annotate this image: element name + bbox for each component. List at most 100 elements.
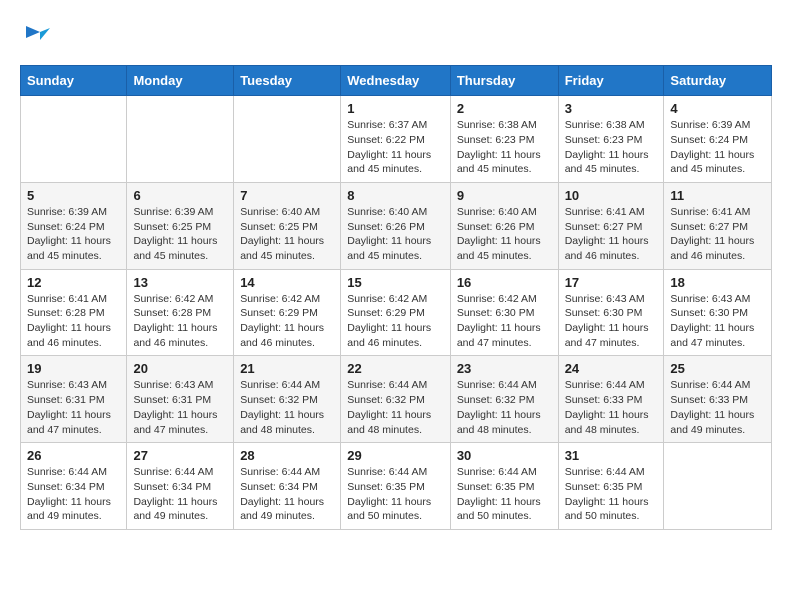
day-number: 20 [133,361,227,376]
calendar-cell: 18 Sunrise: 6:43 AM Sunset: 6:30 PM Dayli… [664,269,772,356]
day-number: 2 [457,101,552,116]
day-number: 17 [565,275,658,290]
calendar-cell: 3 Sunrise: 6:38 AM Sunset: 6:23 PM Daylig… [558,96,664,183]
day-number: 6 [133,188,227,203]
day-info: Sunrise: 6:38 AM Sunset: 6:23 PM Dayligh… [565,118,658,177]
calendar-cell: 10 Sunrise: 6:41 AM Sunset: 6:27 PM Dayli… [558,182,664,269]
day-info: Sunrise: 6:44 AM Sunset: 6:35 PM Dayligh… [347,465,444,524]
day-number: 7 [240,188,334,203]
day-info: Sunrise: 6:43 AM Sunset: 6:30 PM Dayligh… [670,292,765,351]
calendar-cell: 2 Sunrise: 6:38 AM Sunset: 6:23 PM Daylig… [450,96,558,183]
day-info: Sunrise: 6:44 AM Sunset: 6:34 PM Dayligh… [240,465,334,524]
day-number: 21 [240,361,334,376]
day-number: 4 [670,101,765,116]
weekday-header-friday: Friday [558,66,664,96]
logo-text [20,22,50,55]
calendar-cell: 20 Sunrise: 6:43 AM Sunset: 6:31 PM Dayli… [127,356,234,443]
calendar-cell: 28 Sunrise: 6:44 AM Sunset: 6:34 PM Dayli… [234,443,341,530]
week-row-1: 1 Sunrise: 6:37 AM Sunset: 6:22 PM Daylig… [21,96,772,183]
day-info: Sunrise: 6:40 AM Sunset: 6:26 PM Dayligh… [347,205,444,264]
calendar-cell: 11 Sunrise: 6:41 AM Sunset: 6:27 PM Dayli… [664,182,772,269]
calendar-cell: 23 Sunrise: 6:44 AM Sunset: 6:32 PM Dayli… [450,356,558,443]
calendar-cell [664,443,772,530]
day-info: Sunrise: 6:42 AM Sunset: 6:30 PM Dayligh… [457,292,552,351]
day-info: Sunrise: 6:44 AM Sunset: 6:35 PM Dayligh… [565,465,658,524]
day-info: Sunrise: 6:44 AM Sunset: 6:35 PM Dayligh… [457,465,552,524]
calendar-cell: 1 Sunrise: 6:37 AM Sunset: 6:22 PM Daylig… [341,96,451,183]
day-number: 15 [347,275,444,290]
day-number: 29 [347,448,444,463]
calendar-cell: 6Sunrise: 6:39 AM Sunset: 6:25 PM Daylig… [127,182,234,269]
day-number: 23 [457,361,552,376]
header [20,18,772,55]
day-number: 31 [565,448,658,463]
day-number: 24 [565,361,658,376]
week-row-3: 12 Sunrise: 6:41 AM Sunset: 6:28 PM Dayli… [21,269,772,356]
day-number: 3 [565,101,658,116]
day-info: Sunrise: 6:43 AM Sunset: 6:30 PM Dayligh… [565,292,658,351]
day-number: 11 [670,188,765,203]
day-number: 16 [457,275,552,290]
day-info: Sunrise: 6:41 AM Sunset: 6:27 PM Dayligh… [565,205,658,264]
calendar: SundayMondayTuesdayWednesdayThursdayFrid… [20,65,772,530]
weekday-header-row: SundayMondayTuesdayWednesdayThursdayFrid… [21,66,772,96]
calendar-cell: 8 Sunrise: 6:40 AM Sunset: 6:26 PM Daylig… [341,182,451,269]
week-row-4: 19 Sunrise: 6:43 AM Sunset: 6:31 PM Dayli… [21,356,772,443]
calendar-cell: 17 Sunrise: 6:43 AM Sunset: 6:30 PM Dayli… [558,269,664,356]
day-number: 10 [565,188,658,203]
calendar-cell: 9 Sunrise: 6:40 AM Sunset: 6:26 PM Daylig… [450,182,558,269]
day-info: Sunrise: 6:40 AM Sunset: 6:26 PM Dayligh… [457,205,552,264]
calendar-cell: 12 Sunrise: 6:41 AM Sunset: 6:28 PM Dayli… [21,269,127,356]
weekday-header-wednesday: Wednesday [341,66,451,96]
day-info: Sunrise: 6:42 AM Sunset: 6:29 PM Dayligh… [240,292,334,351]
day-info: Sunrise: 6:41 AM Sunset: 6:27 PM Dayligh… [670,205,765,264]
calendar-cell: 22 Sunrise: 6:44 AM Sunset: 6:32 PM Dayli… [341,356,451,443]
day-number: 30 [457,448,552,463]
week-row-2: 5Sunrise: 6:39 AM Sunset: 6:24 PM Daylig… [21,182,772,269]
day-info: Sunrise: 6:44 AM Sunset: 6:34 PM Dayligh… [27,465,120,524]
day-number: 27 [133,448,227,463]
calendar-cell: 29 Sunrise: 6:44 AM Sunset: 6:35 PM Dayli… [341,443,451,530]
day-info: Sunrise: 6:37 AM Sunset: 6:22 PM Dayligh… [347,118,444,177]
day-info: Sunrise: 6:42 AM Sunset: 6:29 PM Dayligh… [347,292,444,351]
day-number: 14 [240,275,334,290]
day-number: 28 [240,448,334,463]
day-number: 9 [457,188,552,203]
day-info: Sunrise: 6:44 AM Sunset: 6:33 PM Dayligh… [565,378,658,437]
day-number: 1 [347,101,444,116]
page: SundayMondayTuesdayWednesdayThursdayFrid… [0,0,792,548]
weekday-header-thursday: Thursday [450,66,558,96]
week-row-5: 26 Sunrise: 6:44 AM Sunset: 6:34 PM Dayli… [21,443,772,530]
day-info: Sunrise: 6:40 AM Sunset: 6:25 PM Dayligh… [240,205,334,264]
day-number: 26 [27,448,120,463]
calendar-cell: 15 Sunrise: 6:42 AM Sunset: 6:29 PM Dayli… [341,269,451,356]
calendar-cell: 7 Sunrise: 6:40 AM Sunset: 6:25 PM Daylig… [234,182,341,269]
day-number: 19 [27,361,120,376]
day-info: Sunrise: 6:44 AM Sunset: 6:34 PM Dayligh… [133,465,227,524]
day-info: Sunrise: 6:44 AM Sunset: 6:32 PM Dayligh… [347,378,444,437]
day-info: Sunrise: 6:43 AM Sunset: 6:31 PM Dayligh… [133,378,227,437]
calendar-cell: 21 Sunrise: 6:44 AM Sunset: 6:32 PM Dayli… [234,356,341,443]
day-number: 18 [670,275,765,290]
day-info: Sunrise: 6:43 AM Sunset: 6:31 PM Dayligh… [27,378,120,437]
day-number: 12 [27,275,120,290]
calendar-cell: 14 Sunrise: 6:42 AM Sunset: 6:29 PM Dayli… [234,269,341,356]
calendar-cell: 27 Sunrise: 6:44 AM Sunset: 6:34 PM Dayli… [127,443,234,530]
day-info: Sunrise: 6:44 AM Sunset: 6:32 PM Dayligh… [240,378,334,437]
calendar-cell: 24 Sunrise: 6:44 AM Sunset: 6:33 PM Dayli… [558,356,664,443]
weekday-header-tuesday: Tuesday [234,66,341,96]
calendar-cell: 31 Sunrise: 6:44 AM Sunset: 6:35 PM Dayli… [558,443,664,530]
day-info: Sunrise: 6:38 AM Sunset: 6:23 PM Dayligh… [457,118,552,177]
day-info: Sunrise: 6:39 AM Sunset: 6:24 PM Dayligh… [670,118,765,177]
day-info: Sunrise: 6:41 AM Sunset: 6:28 PM Dayligh… [27,292,120,351]
day-info: Sunrise: 6:42 AM Sunset: 6:28 PM Dayligh… [133,292,227,351]
calendar-cell: 4 Sunrise: 6:39 AM Sunset: 6:24 PM Daylig… [664,96,772,183]
calendar-cell [21,96,127,183]
day-number: 8 [347,188,444,203]
day-number: 25 [670,361,765,376]
day-number: 5 [27,188,120,203]
day-number: 22 [347,361,444,376]
day-info: Sunrise: 6:44 AM Sunset: 6:32 PM Dayligh… [457,378,552,437]
calendar-cell [234,96,341,183]
weekday-header-monday: Monday [127,66,234,96]
